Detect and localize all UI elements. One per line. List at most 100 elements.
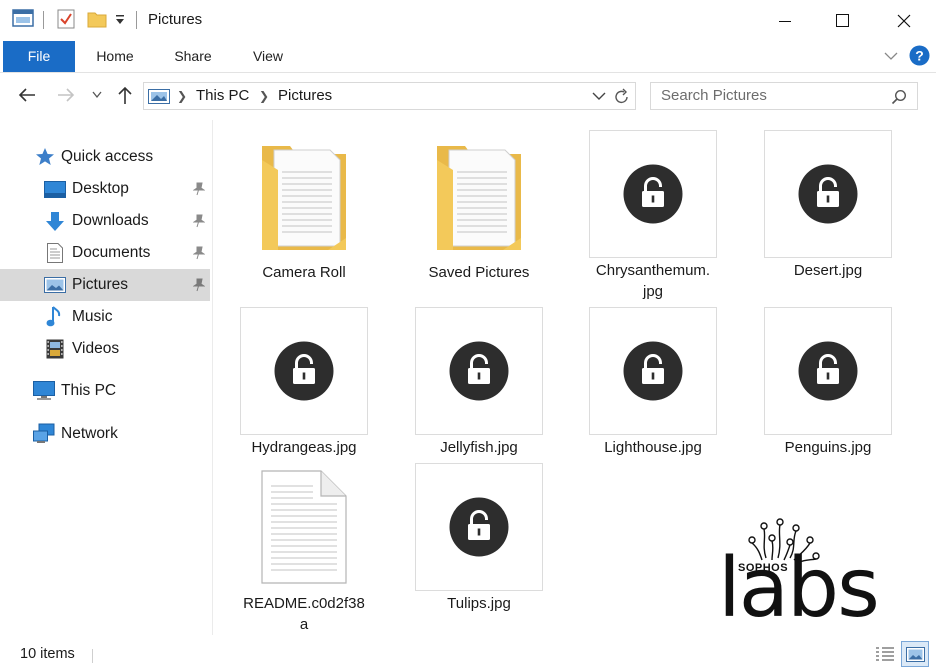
sidebar-item-label: Music — [72, 308, 113, 325]
thumbnail — [415, 307, 543, 435]
pictures-icon — [44, 277, 66, 293]
expand-ribbon-chevron-icon[interactable] — [884, 51, 898, 61]
title-separator — [136, 11, 137, 29]
properties-checkmark-icon[interactable] — [57, 9, 75, 29]
folder-icon — [437, 146, 521, 250]
recent-locations-chevron-icon[interactable] — [92, 91, 102, 99]
svg-text:?: ? — [915, 48, 924, 64]
status-bar: 10 items — [0, 638, 936, 670]
file-name: Chrysanthemum. jpg — [595, 262, 711, 300]
tab-share[interactable]: Share — [162, 41, 224, 72]
ribbon-tabs: File Home Share View ? — [0, 41, 936, 73]
details-view-icon[interactable] — [874, 645, 896, 663]
address-bar[interactable]: ❯ This PC ❯ Pictures — [143, 82, 636, 110]
thumbnail — [589, 130, 717, 258]
sidebar-item-quick-access[interactable]: Quick access — [0, 141, 210, 173]
up-arrow-icon[interactable] — [116, 85, 134, 105]
thumbnail — [415, 463, 543, 591]
thumbnail — [589, 307, 717, 435]
sidebar-item-label: Videos — [72, 340, 120, 357]
file-name: Saved Pictures — [428, 264, 530, 281]
customize-toolbar-dropdown-icon[interactable] — [114, 14, 126, 26]
back-arrow-icon[interactable] — [17, 85, 37, 105]
sidebar-item-label: Quick access — [61, 148, 154, 165]
star-icon — [36, 148, 54, 165]
help-icon[interactable]: ? — [909, 45, 930, 66]
file-name: Camera Roll — [262, 264, 346, 281]
file-name: README.c0d2f38 a — [243, 595, 365, 633]
sophoslabs-logo: SOPHOS labs — [718, 518, 880, 630]
sidebar-item-label: Documents — [72, 244, 151, 261]
lock-icon — [798, 341, 858, 401]
sidebar-item-pictures[interactable]: Pictures — [0, 269, 210, 301]
lock-icon — [623, 164, 683, 224]
explorer-window-icon[interactable] — [12, 9, 34, 27]
thumbnail — [764, 130, 892, 258]
file-name: Jellyfish.jpg — [440, 439, 518, 456]
file-name: Desert.jpg — [793, 262, 863, 279]
desktop-icon — [44, 181, 66, 198]
address-history-chevron-icon[interactable] — [592, 92, 606, 101]
computer-icon — [33, 381, 55, 400]
close-button[interactable] — [876, 0, 932, 41]
search-input[interactable]: Search Pictures — [661, 87, 767, 104]
sidebar-item-downloads[interactable]: Downloads — [0, 205, 210, 237]
title-separator — [43, 11, 44, 29]
pin-icon[interactable] — [193, 246, 205, 260]
search-box[interactable]: Search Pictures — [650, 82, 918, 110]
search-icon[interactable] — [891, 89, 907, 105]
film-icon — [46, 339, 64, 359]
item-count: 10 items — [20, 646, 75, 662]
pin-icon[interactable] — [193, 278, 205, 292]
close-icon — [897, 14, 911, 27]
pin-icon[interactable] — [193, 214, 205, 228]
thumbnail — [240, 307, 368, 435]
pictures-location-icon — [148, 89, 170, 104]
lock-icon — [798, 164, 858, 224]
sidebar-item-label: This PC — [61, 382, 117, 399]
pane-divider[interactable] — [212, 120, 213, 635]
lock-icon — [274, 341, 334, 401]
title-bar: Pictures — [0, 0, 936, 41]
sidebar-item-label: Pictures — [72, 276, 128, 293]
sidebar-item-desktop[interactable]: Desktop — [0, 173, 210, 205]
file-name: Penguins.jpg — [784, 439, 872, 456]
lock-icon — [449, 497, 509, 557]
lock-icon — [449, 341, 509, 401]
new-folder-icon[interactable] — [87, 9, 107, 29]
large-icons-view-button[interactable] — [901, 641, 929, 667]
tab-file[interactable]: File — [3, 41, 75, 72]
refresh-icon[interactable] — [614, 88, 630, 105]
logo-word-text: labs — [718, 541, 880, 636]
maximize-button[interactable] — [814, 0, 870, 41]
breadcrumb-pictures[interactable]: Pictures — [278, 87, 332, 104]
breadcrumb-this-pc[interactable]: This PC — [196, 87, 249, 104]
sidebar-item-documents[interactable]: Documents — [0, 237, 210, 269]
file-name: Hydrangeas.jpg — [251, 439, 357, 456]
thumbnail — [764, 307, 892, 435]
pin-icon[interactable] — [193, 182, 205, 196]
breadcrumb-chevron-icon[interactable]: ❯ — [177, 89, 187, 103]
navigation-pane: Quick access Desktop Downloads Documents — [0, 136, 213, 636]
file-name: Tulips.jpg — [447, 595, 511, 612]
music-note-icon — [46, 306, 61, 327]
text-document-icon — [261, 470, 347, 584]
sidebar-item-network[interactable]: Network — [0, 418, 210, 450]
documents-icon — [47, 243, 63, 263]
folder-icon — [262, 146, 346, 250]
status-separator — [92, 649, 93, 663]
minimize-icon — [779, 20, 791, 22]
tab-home[interactable]: Home — [84, 41, 146, 72]
forward-arrow-icon[interactable] — [56, 85, 76, 105]
sidebar-item-videos[interactable]: Videos — [0, 333, 210, 365]
file-name: Lighthouse.jpg — [604, 439, 702, 456]
download-arrow-icon — [46, 212, 64, 231]
navigation-bar: ❯ This PC ❯ Pictures Search Pictures — [0, 73, 936, 119]
tab-view[interactable]: View — [238, 41, 298, 72]
large-icons-view-icon — [906, 647, 925, 662]
sidebar-item-music[interactable]: Music — [0, 301, 210, 333]
sidebar-item-label: Network — [61, 425, 118, 442]
breadcrumb-chevron-icon[interactable]: ❯ — [259, 89, 269, 103]
minimize-button[interactable] — [757, 0, 813, 41]
sidebar-item-this-pc[interactable]: This PC — [0, 375, 210, 407]
